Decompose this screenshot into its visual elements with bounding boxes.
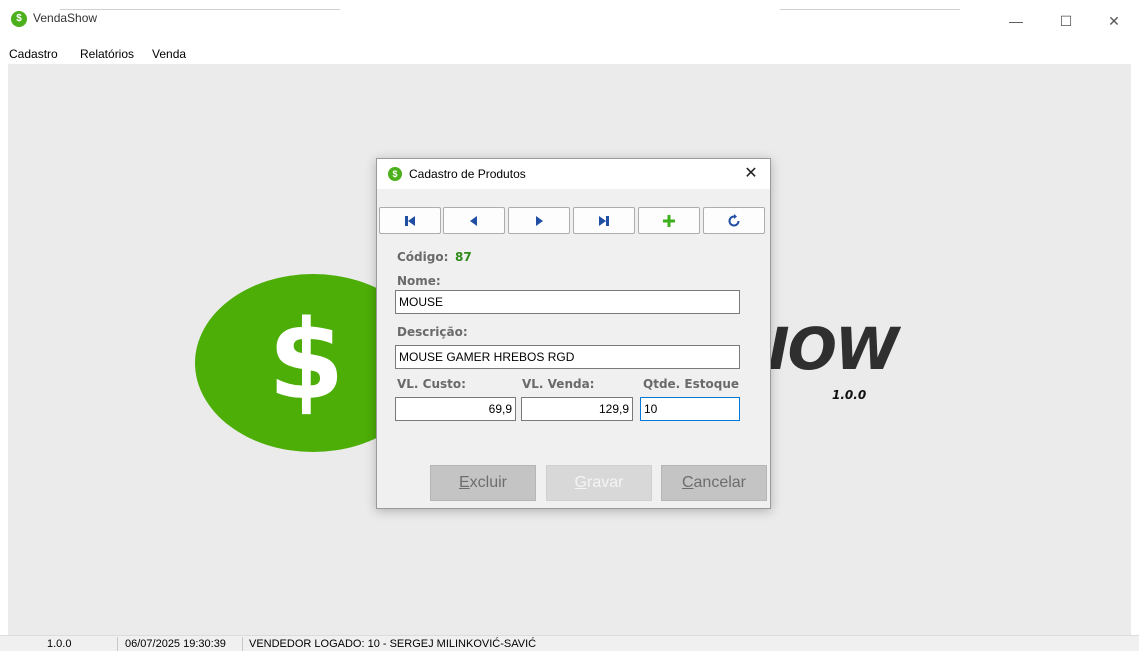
refresh-button[interactable]: [703, 207, 765, 234]
status-separator: [117, 637, 118, 651]
top-edge-line: [780, 9, 960, 10]
status-datetime: 06/07/2025 19:30:39: [125, 638, 226, 650]
skip-last-icon: [599, 215, 609, 226]
plus-icon: [663, 214, 675, 227]
top-edge-line: [60, 9, 340, 10]
menu-cadastro[interactable]: Cadastro: [9, 47, 58, 61]
descricao-label: Descrição:: [397, 325, 468, 339]
codigo-label: Código:: [397, 250, 449, 264]
nome-label: Nome:: [397, 274, 441, 288]
next-icon: [536, 215, 543, 226]
excluir-button[interactable]: Excluir: [430, 465, 536, 501]
cancelar-mnemonic: C: [681, 474, 694, 491]
dollar-icon: $: [388, 167, 402, 181]
refresh-icon: [728, 213, 740, 226]
dialog-title-bar: $ Cadastro de Produtos ✕: [377, 159, 770, 189]
gravar-label: ravar: [587, 474, 624, 491]
menu-bar: Cadastro Relatórios Venda: [0, 42, 1139, 64]
add-record-button[interactable]: [638, 207, 700, 234]
window-title: VendaShow: [33, 11, 98, 25]
estoque-input[interactable]: 10: [640, 397, 740, 421]
dollar-icon: $: [11, 11, 27, 27]
venda-label: VL. Venda:: [522, 377, 595, 391]
previous-record-button[interactable]: [443, 207, 505, 234]
status-separator: [242, 637, 243, 651]
menu-relatorios[interactable]: Relatórios: [80, 47, 134, 61]
gravar-mnemonic: G: [574, 474, 587, 491]
gravar-button[interactable]: Gravar: [546, 465, 652, 501]
estoque-label: Qtde. Estoque: [643, 377, 739, 391]
close-button[interactable]: ✕: [1091, 6, 1137, 36]
custo-input[interactable]: 69,9: [395, 397, 516, 421]
status-version: 1.0.0: [47, 638, 72, 650]
excluir-mnemonic: E: [458, 474, 470, 491]
next-record-button[interactable]: [508, 207, 570, 234]
maximize-button[interactable]: ☐: [1043, 6, 1089, 36]
status-user: VENDEDOR LOGADO: 10 - SERGEJ MILINKOVIĆ-…: [249, 638, 537, 650]
logo-text: IOW: [768, 315, 899, 383]
cancelar-label: ancelar: [693, 474, 747, 491]
minimize-button[interactable]: —: [993, 6, 1039, 36]
excluir-label: xcluir: [469, 474, 507, 491]
status-bar: 1.0.0 06/07/2025 19:30:39 VENDEDOR LOGAD…: [0, 635, 1139, 651]
last-record-button[interactable]: [573, 207, 635, 234]
dialog-close-button[interactable]: ✕: [740, 163, 762, 185]
venda-input[interactable]: 129,9: [521, 397, 633, 421]
product-registration-dialog: $ Cadastro de Produtos ✕ Código: 87 Nome…: [376, 158, 771, 509]
logo-version: 1.0.0: [832, 388, 867, 402]
nome-input[interactable]: MOUSE: [395, 290, 740, 314]
first-record-button[interactable]: [379, 207, 441, 234]
descricao-input[interactable]: MOUSE GAMER HREBOS RGD: [395, 345, 740, 369]
skip-first-icon: [405, 215, 415, 226]
custo-label: VL. Custo:: [397, 377, 466, 391]
previous-icon: [470, 215, 477, 226]
cancelar-button[interactable]: Cancelar: [661, 465, 767, 501]
codigo-value: 87: [455, 250, 472, 264]
title-bar: $ VendaShow — ☐ ✕: [0, 0, 1139, 42]
dialog-title: Cadastro de Produtos: [409, 167, 526, 181]
logo-dollar-icon: $: [268, 296, 345, 424]
menu-venda[interactable]: Venda: [152, 47, 186, 61]
